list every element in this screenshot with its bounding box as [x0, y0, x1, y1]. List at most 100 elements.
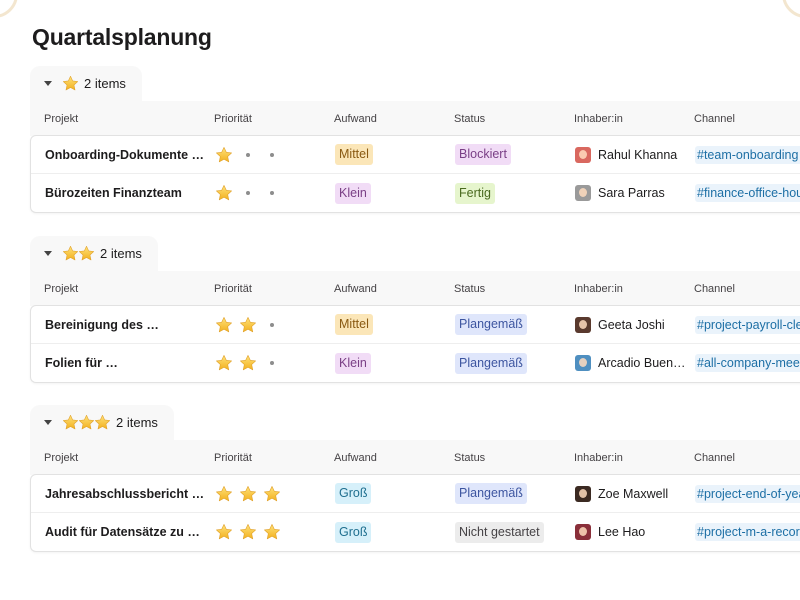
column-header-effort[interactable]: Aufwand	[334, 283, 454, 295]
star-icon[interactable]	[239, 316, 257, 334]
project-name[interactable]: Onboarding-Dokumente …	[31, 148, 215, 162]
owner[interactable]: Rahul Khanna	[575, 146, 695, 163]
priority-rating[interactable]	[215, 146, 335, 164]
table-row[interactable]: Jahresabschlussbericht … Groß Plangemäß Zoe…	[31, 475, 800, 513]
column-header-status[interactable]: Status	[454, 283, 574, 295]
priority-rating[interactable]	[215, 184, 335, 202]
star-icon[interactable]	[215, 354, 233, 372]
owner-name: Zoe Maxwell	[598, 486, 669, 501]
channel-link[interactable]: #project-m-a-records	[695, 523, 800, 541]
caret-down-icon	[44, 81, 52, 86]
column-header-project[interactable]: Projekt	[30, 113, 214, 125]
group-toggle[interactable]: 2 items	[30, 405, 174, 440]
table-row[interactable]: Onboarding-Dokumente … Mittel Blockiert Rah…	[31, 136, 800, 174]
column-header-priority[interactable]: Priorität	[214, 452, 334, 464]
group-toggle[interactable]: 2 items	[30, 236, 158, 271]
column-header-channel[interactable]: Channel	[694, 283, 800, 295]
column-header-effort[interactable]: Aufwand	[334, 113, 454, 125]
avatar	[575, 524, 591, 540]
star-icon[interactable]	[215, 485, 233, 503]
star-icon	[62, 414, 79, 431]
star-icon[interactable]	[263, 485, 281, 503]
column-header-effort[interactable]: Aufwand	[334, 452, 454, 464]
owner[interactable]: Lee Hao	[575, 524, 695, 540]
column-header-status[interactable]: Status	[454, 113, 574, 125]
star-icon	[62, 245, 79, 262]
star-icon[interactable]	[239, 523, 257, 541]
table-row[interactable]: Bereinigung des … Mittel Plangemäß Geeta Jo…	[31, 306, 800, 344]
table-row[interactable]: Bürozeiten Finanzteam Klein Fertig Sara Par…	[31, 174, 800, 212]
owner-name: Rahul Khanna	[598, 147, 678, 162]
effort-tag[interactable]: Mittel	[335, 144, 373, 165]
channel-link[interactable]: #team-onboarding	[695, 145, 800, 164]
priority-rating[interactable]	[215, 354, 335, 372]
star-icon[interactable]	[263, 523, 281, 541]
effort-tag[interactable]: Groß	[335, 521, 372, 543]
column-header-priority[interactable]: Priorität	[214, 113, 334, 125]
status-tag[interactable]: Plangemäß	[455, 352, 527, 374]
table-row[interactable]: Audit für Datensätze zu … Groß Nicht gesta…	[31, 513, 800, 551]
column-header-channel[interactable]: Channel	[694, 113, 800, 125]
channel-link[interactable]: #project-payroll-cleanup	[695, 315, 800, 334]
column-header-owner[interactable]: Inhaber:in	[574, 283, 694, 295]
caret-down-icon	[44, 420, 52, 425]
empty-star-dot[interactable]	[239, 191, 257, 195]
priority-rating[interactable]	[215, 485, 335, 503]
project-name[interactable]: Bereinigung des …	[31, 318, 215, 332]
owner[interactable]: Zoe Maxwell	[575, 485, 695, 502]
star-icon[interactable]	[239, 485, 257, 503]
owner[interactable]: Sara Parras	[575, 185, 695, 201]
column-header-owner[interactable]: Inhaber:in	[574, 113, 694, 125]
table-header: Projekt Priorität Aufwand Status Inhaber:in C…	[30, 440, 800, 475]
project-name[interactable]: Bürozeiten Finanzteam	[31, 186, 215, 200]
project-name[interactable]: Jahresabschlussbericht …	[31, 487, 215, 501]
column-header-project[interactable]: Projekt	[30, 452, 214, 464]
project-name[interactable]: Folien für …	[31, 356, 215, 370]
project-name[interactable]: Audit für Datensätze zu …	[31, 525, 215, 539]
column-header-priority[interactable]: Priorität	[214, 283, 334, 295]
star-icon[interactable]	[239, 354, 257, 372]
star-icon	[94, 414, 111, 431]
table-header: Projekt Priorität Aufwand Status Inhaber:in C…	[30, 271, 800, 306]
status-tag[interactable]: Nicht gestartet	[455, 521, 544, 543]
channel-link[interactable]: #project-end-of-year	[695, 484, 800, 503]
effort-tag[interactable]: Klein	[335, 352, 371, 374]
column-header-owner[interactable]: Inhaber:in	[574, 452, 694, 464]
channel-link[interactable]: #all-company-meeting	[695, 354, 800, 372]
avatar	[575, 185, 591, 201]
owner[interactable]: Arcadio Buen…	[575, 355, 695, 371]
window-corner-decoration	[0, 0, 18, 18]
priority-group: 2 items Projekt Priorität Aufwand Status Inha…	[30, 405, 800, 552]
owner-name: Geeta Joshi	[598, 317, 665, 332]
empty-star-dot[interactable]	[239, 152, 257, 157]
group-toggle[interactable]: 2 items	[30, 66, 142, 101]
owner[interactable]: Geeta Joshi	[575, 316, 695, 333]
priority-rating[interactable]	[215, 316, 335, 334]
owner-name: Arcadio Buen…	[598, 356, 686, 370]
table-row[interactable]: Folien für … Klein Plangemäß Arcadio Buen… #…	[31, 344, 800, 382]
status-tag[interactable]: Plangemäß	[455, 483, 527, 504]
empty-star-dot[interactable]	[263, 361, 281, 365]
effort-tag[interactable]: Mittel	[335, 314, 373, 335]
star-icon[interactable]	[215, 523, 233, 541]
effort-tag[interactable]: Groß	[335, 483, 372, 504]
star-icon[interactable]	[215, 184, 233, 202]
priority-rating[interactable]	[215, 523, 335, 541]
status-tag[interactable]: Plangemäß	[455, 314, 527, 335]
column-header-project[interactable]: Projekt	[30, 283, 214, 295]
group-count: 2 items	[116, 415, 158, 430]
avatar	[575, 146, 591, 163]
channel-link[interactable]: #finance-office-hours	[695, 184, 800, 202]
group-table: Jahresabschlussbericht … Groß Plangemäß Zoe…	[30, 474, 800, 552]
column-header-channel[interactable]: Channel	[694, 452, 800, 464]
status-tag[interactable]: Blockiert	[455, 144, 511, 165]
star-icon[interactable]	[215, 146, 233, 164]
effort-tag[interactable]: Klein	[335, 182, 371, 204]
empty-star-dot[interactable]	[263, 152, 281, 157]
column-header-status[interactable]: Status	[454, 452, 574, 464]
star-icon[interactable]	[215, 316, 233, 334]
empty-star-dot[interactable]	[263, 322, 281, 327]
empty-star-dot[interactable]	[263, 191, 281, 195]
status-tag[interactable]: Fertig	[455, 182, 495, 204]
group-table: Onboarding-Dokumente … Mittel Blockiert Rah…	[30, 135, 800, 213]
